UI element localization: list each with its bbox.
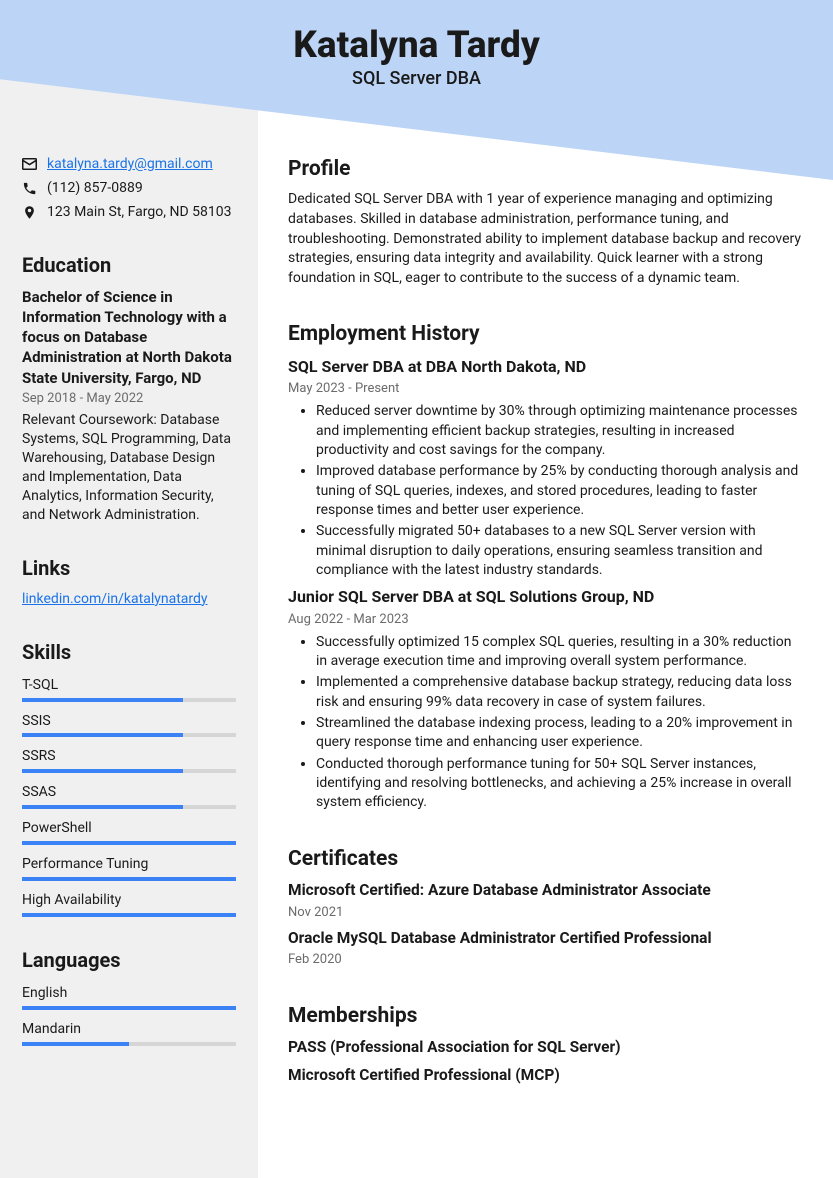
profile-text: Dedicated SQL Server DBA with 1 year of … [288, 190, 805, 288]
address-text: 123 Main St, Fargo, ND 58103 [47, 203, 231, 222]
skill-item: Performance Tuning [22, 855, 236, 881]
person-title: SQL Server DBA [0, 68, 833, 89]
phone-text: (112) 857-0889 [47, 179, 143, 198]
job-dates: May 2023 - Present [288, 380, 805, 398]
job-bullet: Conducted thorough performance tuning fo… [316, 755, 805, 813]
contact-phone-row: (112) 857-0889 [22, 179, 236, 198]
skill-bar [22, 698, 236, 702]
skill-item: PowerShell [22, 819, 236, 845]
education-degree: Bachelor of Science in Information Techn… [22, 287, 236, 388]
skill-bar [22, 733, 236, 737]
skill-item: SSRS [22, 747, 236, 773]
skill-item: High Availability [22, 891, 236, 917]
language-fill [22, 1006, 236, 1010]
job-bullet: Successfully optimized 15 complex SQL qu… [316, 633, 805, 672]
skill-label: High Availability [22, 891, 236, 910]
job-bullet: Successfully migrated 50+ databases to a… [316, 522, 805, 580]
skill-bar [22, 769, 236, 773]
skill-label: Performance Tuning [22, 855, 236, 874]
language-bar [22, 1006, 236, 1010]
skill-fill [22, 769, 183, 773]
skill-item: SSAS [22, 783, 236, 809]
skill-bar [22, 913, 236, 917]
skill-label: SSAS [22, 783, 236, 802]
skill-label: SSRS [22, 747, 236, 766]
language-label: English [22, 984, 236, 1003]
languages-heading: Languages [22, 947, 236, 974]
certificates-heading: Certificates [288, 845, 805, 874]
education-courses: Relevant Coursework: Database Systems, S… [22, 411, 236, 524]
skill-bar [22, 877, 236, 881]
contact-address-row: 123 Main St, Fargo, ND 58103 [22, 203, 236, 222]
language-fill [22, 1042, 129, 1046]
skill-label: T-SQL [22, 676, 236, 695]
cert-title: Oracle MySQL Database Administrator Cert… [288, 928, 805, 950]
job-bullet: Reduced server downtime by 30% through o… [316, 402, 805, 460]
cert-date: Nov 2021 [288, 904, 805, 922]
employment-heading: Employment History [288, 320, 805, 349]
education-heading: Education [22, 252, 236, 279]
membership-item: PASS (Professional Association for SQL S… [288, 1037, 805, 1059]
person-name: Katalyna Tardy [0, 24, 833, 67]
job-title: Junior SQL Server DBA at SQL Solutions G… [288, 586, 805, 608]
language-item: Mandarin [22, 1020, 236, 1046]
skill-fill [22, 841, 236, 845]
skill-fill [22, 733, 183, 737]
skill-bar [22, 841, 236, 845]
job-bullet: Streamlined the database indexing proces… [316, 714, 805, 753]
phone-icon [22, 181, 37, 196]
cert-date: Feb 2020 [288, 951, 805, 969]
job-bullets: Successfully optimized 15 complex SQL qu… [288, 633, 805, 813]
email-link[interactable]: katalyna.tardy@gmail.com [47, 155, 213, 174]
job-dates: Aug 2022 - Mar 2023 [288, 611, 805, 629]
skill-item: SSIS [22, 712, 236, 738]
job-bullet: Implemented a comprehensive database bac… [316, 673, 805, 712]
skill-fill [22, 913, 236, 917]
education-dates: Sep 2018 - May 2022 [22, 390, 236, 408]
main-content: Profile Dedicated SQL Server DBA with 1 … [258, 155, 833, 1106]
sidebar: katalyna.tardy@gmail.com (112) 857-0889 … [0, 155, 258, 1106]
memberships-heading: Memberships [288, 1002, 805, 1031]
skill-label: PowerShell [22, 819, 236, 838]
skill-item: T-SQL [22, 676, 236, 702]
membership-item: Microsoft Certified Professional (MCP) [288, 1065, 805, 1087]
email-icon [22, 158, 37, 170]
location-icon [22, 204, 37, 221]
language-bar [22, 1042, 236, 1046]
language-label: Mandarin [22, 1020, 236, 1039]
header: Katalyna Tardy SQL Server DBA [0, 0, 833, 89]
skill-label: SSIS [22, 712, 236, 731]
skill-bar [22, 805, 236, 809]
language-item: English [22, 984, 236, 1010]
skill-fill [22, 805, 183, 809]
profile-heading: Profile [288, 155, 805, 184]
job-bullets: Reduced server downtime by 30% through o… [288, 402, 805, 580]
job-bullet: Improved database performance by 25% by … [316, 462, 805, 520]
job-title: SQL Server DBA at DBA North Dakota, ND [288, 356, 805, 378]
links-heading: Links [22, 555, 236, 582]
linkedin-link[interactable]: linkedin.com/in/katalynatardy [22, 591, 208, 607]
skill-fill [22, 698, 183, 702]
cert-title: Microsoft Certified: Azure Database Admi… [288, 880, 805, 902]
skills-heading: Skills [22, 639, 236, 666]
skill-fill [22, 877, 236, 881]
contact-email-row: katalyna.tardy@gmail.com [22, 155, 236, 174]
